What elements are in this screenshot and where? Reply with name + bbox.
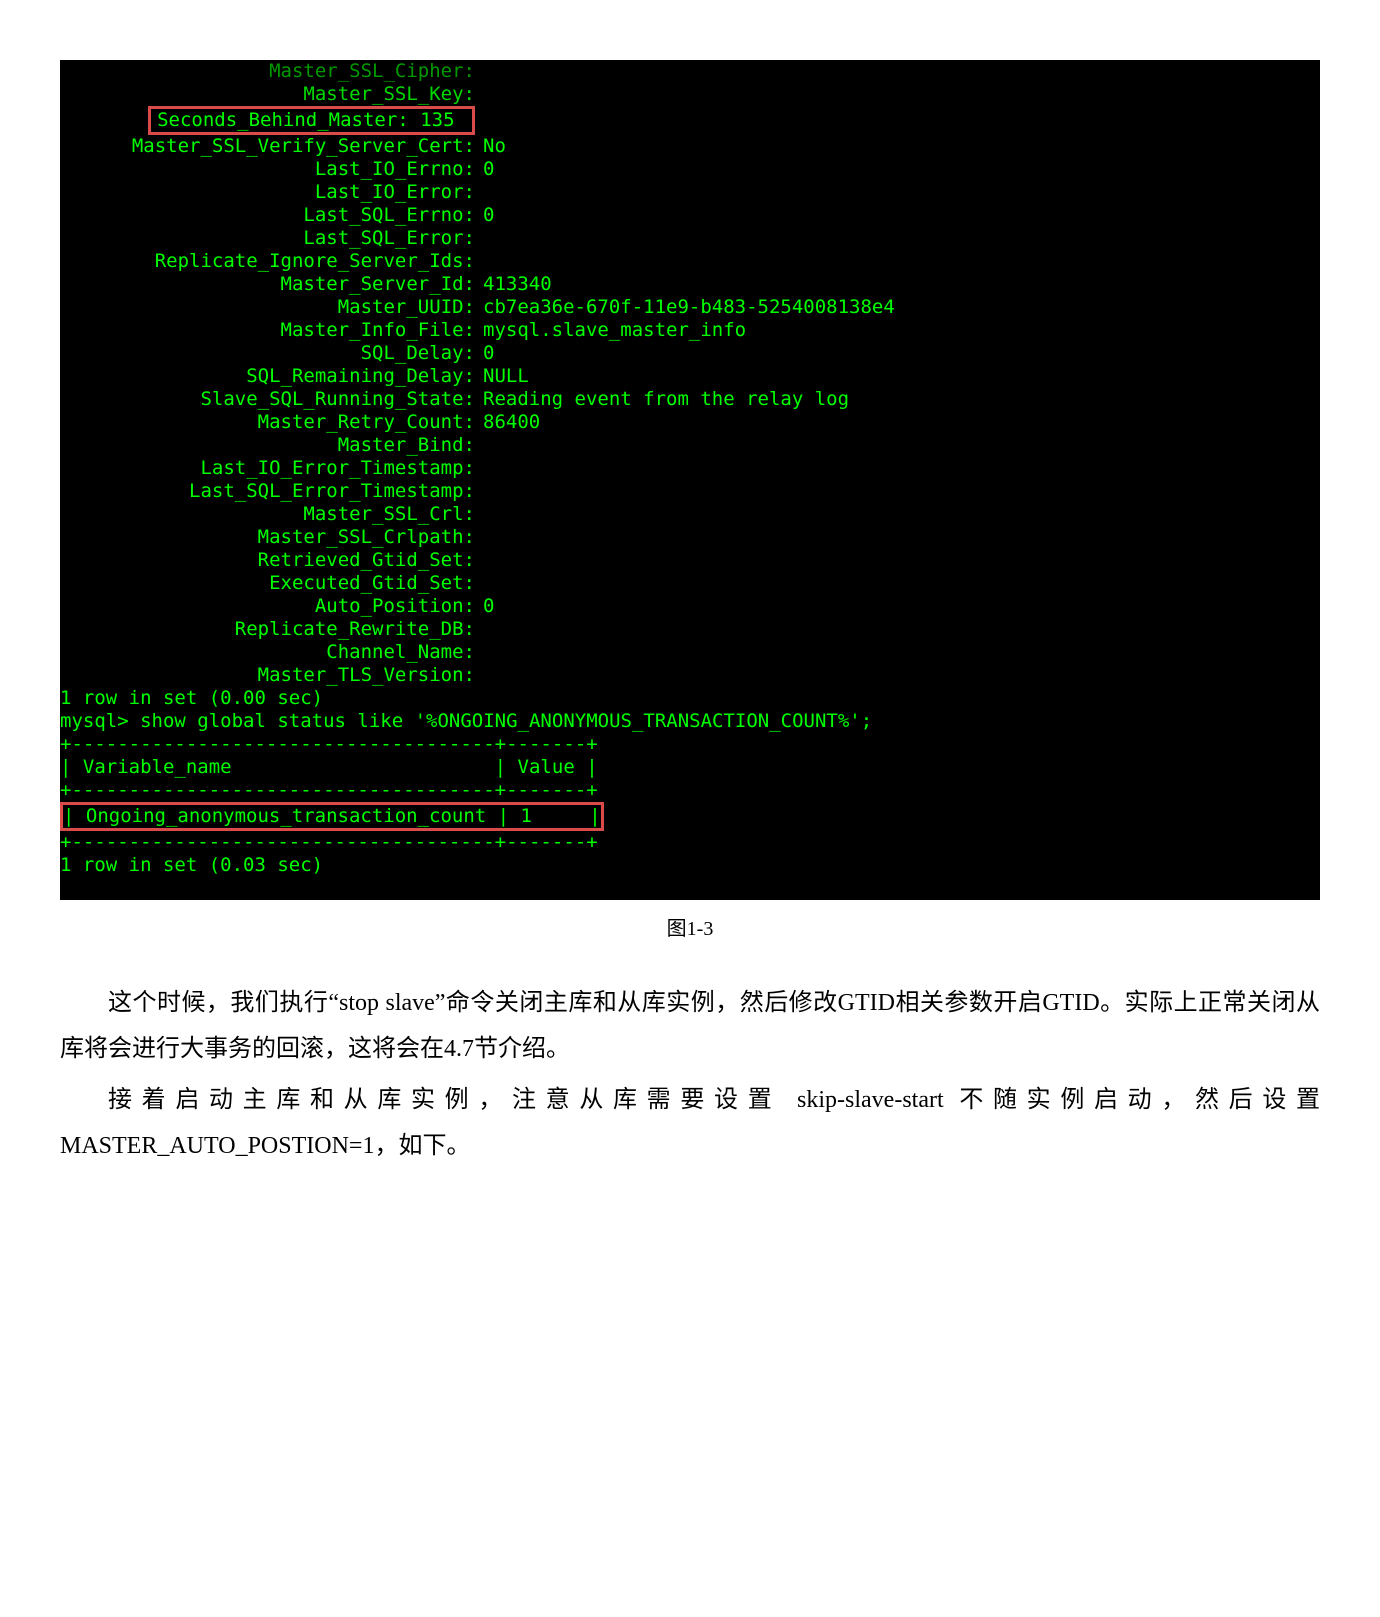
status-row: Last_IO_Error: — [60, 181, 1320, 204]
status-row: Master_Retry_Count:86400 — [60, 411, 1320, 434]
status-row: Master_SSL_Crl: — [60, 503, 1320, 526]
status-value — [475, 526, 483, 549]
status-row: Master_Bind: — [60, 434, 1320, 457]
terminal-output: Master_SSL_Cipher: Master_SSL_Key: Secon… — [60, 60, 1320, 900]
status-label: Last_SQL_Errno: — [60, 204, 475, 227]
status-label: Last_IO_Error_Timestamp: — [60, 457, 475, 480]
status-value — [475, 60, 483, 83]
status-label: Master_SSL_Crlpath: — [60, 526, 475, 549]
status-value — [475, 503, 483, 526]
status-label: Master_SSL_Key: — [60, 83, 475, 106]
table-header: | Variable_name | Value | — [60, 756, 1320, 779]
status-label: Master_SSL_Verify_Server_Cert: — [60, 135, 475, 158]
status-row: Last_SQL_Errno:0 — [60, 204, 1320, 227]
status-value — [475, 480, 483, 503]
status-value — [475, 664, 483, 687]
status-row: Replicate_Ignore_Server_Ids: — [60, 250, 1320, 273]
highlight-seconds-behind-master: Seconds_Behind_Master: 135 — [148, 106, 475, 135]
status-value: Reading event from the relay log — [475, 388, 849, 411]
status-value: 0 — [475, 204, 494, 227]
status-row: Slave_SQL_Running_State:Reading event fr… — [60, 388, 1320, 411]
figure-caption: 图1-3 — [60, 912, 1320, 941]
status-label: Master_Server_Id: — [60, 273, 475, 296]
status-label: Last_IO_Errno: — [60, 158, 475, 181]
table-row: | Ongoing_anonymous_transaction_count | … — [63, 805, 601, 828]
status-value: No — [475, 135, 506, 158]
status-value — [475, 250, 483, 273]
status-label: SQL_Delay: — [60, 342, 475, 365]
status-label: Executed_Gtid_Set: — [60, 572, 475, 595]
status-label: Replicate_Rewrite_DB: — [60, 618, 475, 641]
status-value — [475, 618, 483, 641]
status-value: cb7ea36e-670f-11e9-b483-5254008138e4 — [475, 296, 895, 319]
status-label: Master_Retry_Count: — [60, 411, 475, 434]
status-row: SQL_Delay:0 — [60, 342, 1320, 365]
status-row: Executed_Gtid_Set: — [60, 572, 1320, 595]
status-row: Retrieved_Gtid_Set: — [60, 549, 1320, 572]
status-row: Last_SQL_Error_Timestamp: — [60, 480, 1320, 503]
status-row: Master_SSL_Verify_Server_Cert:No — [60, 135, 1320, 158]
status-value: mysql.slave_master_info — [475, 319, 746, 342]
status-value: 0 — [475, 158, 494, 181]
status-label: Slave_SQL_Running_State: — [60, 388, 475, 411]
status-row: Channel_Name: — [60, 641, 1320, 664]
status-label: Master_Bind: — [60, 434, 475, 457]
status-label: Master_SSL_Crl: — [60, 503, 475, 526]
result-footer: 1 row in set (0.03 sec) — [60, 854, 1320, 877]
status-label: Last_SQL_Error_Timestamp: — [60, 480, 475, 503]
status-label: Master_SSL_Cipher: — [60, 60, 475, 83]
status-value — [475, 434, 483, 457]
status-value: 0 — [475, 595, 494, 618]
result-footer: 1 row in set (0.00 sec) — [60, 687, 1320, 710]
status-row: Master_SSL_Crlpath: — [60, 526, 1320, 549]
status-row: Last_SQL_Error: — [60, 227, 1320, 250]
table-border: +-------------------------------------+-… — [60, 779, 1320, 802]
status-label: Master_UUID: — [60, 296, 475, 319]
status-row: Last_IO_Errno:0 — [60, 158, 1320, 181]
status-value: NULL — [475, 365, 529, 388]
status-label: Channel_Name: — [60, 641, 475, 664]
status-value — [475, 549, 483, 572]
status-value — [475, 83, 483, 106]
body-paragraph: 这个时候，我们执行“stop slave”命令关闭主库和从库实例，然后修改GTI… — [60, 981, 1320, 1072]
status-value — [475, 227, 483, 250]
status-value — [475, 457, 483, 480]
status-label: Master_TLS_Version: — [60, 664, 475, 687]
status-label: Auto_Position: — [60, 595, 475, 618]
status-label: Master_Info_File: — [60, 319, 475, 342]
sql-query: mysql> show global status like '%ONGOING… — [60, 710, 1320, 733]
status-value: 86400 — [475, 411, 540, 434]
status-row: Replicate_Rewrite_DB: — [60, 618, 1320, 641]
status-label: Retrieved_Gtid_Set: — [60, 549, 475, 572]
status-row: Master_Server_Id:413340 — [60, 273, 1320, 296]
body-paragraph: 接着启动主库和从库实例，注意从库需要设置 skip-slave-start 不随… — [60, 1078, 1320, 1169]
status-value — [475, 641, 483, 664]
status-row: Master_Info_File:mysql.slave_master_info — [60, 319, 1320, 342]
status-row: SQL_Remaining_Delay:NULL — [60, 365, 1320, 388]
status-value — [475, 181, 483, 204]
status-row: Auto_Position:0 — [60, 595, 1320, 618]
status-value — [475, 572, 483, 595]
status-row: Master_TLS_Version: — [60, 664, 1320, 687]
status-value: 413340 — [475, 273, 552, 296]
status-value: 135 — [420, 109, 454, 131]
status-label: Last_IO_Error: — [60, 181, 475, 204]
table-border: +-------------------------------------+-… — [60, 831, 1320, 854]
status-label: SQL_Remaining_Delay: — [60, 365, 475, 388]
status-label: Seconds_Behind_Master: — [157, 109, 409, 131]
status-value: 0 — [475, 342, 494, 365]
status-row: Master_UUID:cb7ea36e-670f-11e9-b483-5254… — [60, 296, 1320, 319]
table-border: +-------------------------------------+-… — [60, 733, 1320, 756]
status-row: Last_IO_Error_Timestamp: — [60, 457, 1320, 480]
status-label: Replicate_Ignore_Server_Ids: — [60, 250, 475, 273]
highlight-ongoing-anonymous-count: | Ongoing_anonymous_transaction_count | … — [60, 802, 604, 831]
status-label: Last_SQL_Error: — [60, 227, 475, 250]
